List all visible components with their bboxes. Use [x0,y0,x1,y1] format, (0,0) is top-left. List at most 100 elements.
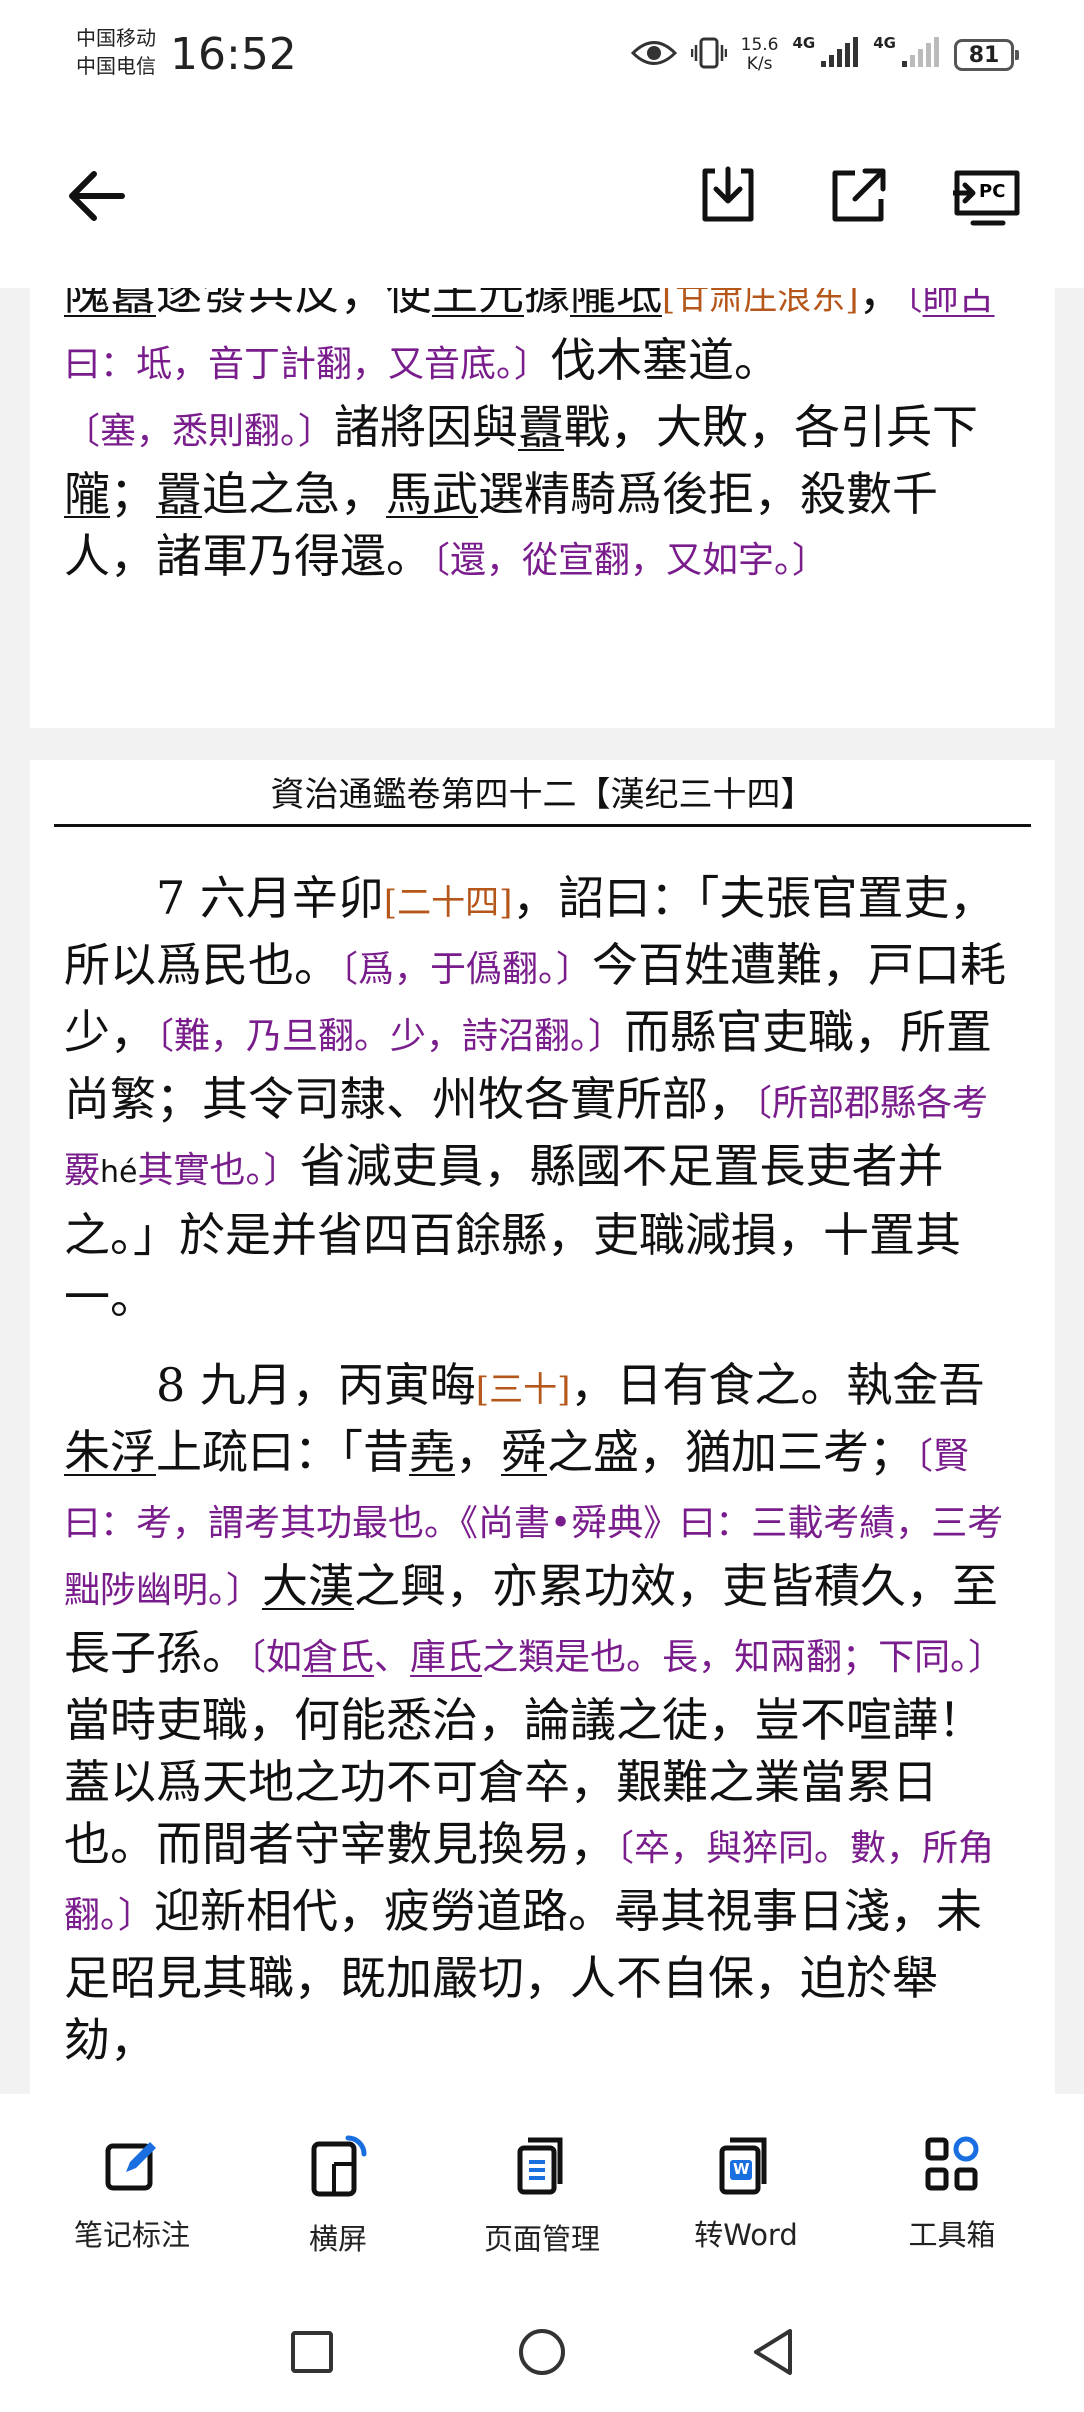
place-name-longdi: 隴坻 [570,288,662,320]
battery-icon: 81 [954,39,1019,71]
share-icon [825,163,891,233]
person-name-wei-ao: 隗囂 [64,288,156,320]
text-run: ； [110,467,156,521]
status-icons: 15.6 K/s 4G 4G 81 [630,30,1019,80]
share-button[interactable] [818,158,898,238]
rotate-landscape-icon [308,2134,368,2202]
app-bar: PC [0,118,1084,288]
text-run: 伐木塞道。 [550,333,781,387]
sim1-network-type: 4G [792,34,816,52]
paragraph-8: 8 九月，丙寅晦[三十]，日有食之。執金吾朱浮上疏曰：「昔堯，舜之盛，猶加三考；… [64,1354,1021,2071]
convert-word-button[interactable]: W 转Word [656,2134,836,2254]
note-text: 之類是也。長，知兩翻；下同。〕 [482,1637,1005,1678]
circle-home-icon [517,2327,567,2381]
text-run: 遂發兵反，使 [156,288,432,320]
clan-name-cang: 倉氏 [302,1637,375,1678]
place-annotation: [甘肃庄浪东] [662,288,859,318]
person-name-yao: 堯 [409,1425,455,1479]
triangle-back-icon [750,2327,794,2381]
person-name-wang-yuan: 王元 [432,288,524,320]
text-run: 諸將因與 [334,400,519,454]
text-run: 戰，大敗，各引兵下 [564,400,979,454]
reader-viewport[interactable]: 隗囂遂發兵反，使王元據隴坻[甘肃庄浪东]，〔師古曰：坻，音丁計翻，又音底。〕伐木… [0,288,1084,2094]
sim2-network-type: 4G [873,34,896,52]
text-run: ，日有食之。執金吾 [570,1358,985,1412]
text-run: ， [858,288,905,320]
person-name-shun: 舜 [501,1425,547,1479]
person-name-ao: 囂 [518,400,565,454]
landscape-button[interactable]: 横屏 [248,2134,428,2258]
text-run: ， [455,1425,501,1479]
person-name-ao: 囂 [156,467,202,521]
signal-strength-weak-icon [900,37,940,73]
clan-name-ku: 庫氏 [410,1637,483,1678]
tool-label: 工具箱 [908,2218,996,2252]
cast-to-pc-icon: PC [953,165,1023,231]
net-speed-value: 15.6 [740,35,779,55]
download-button[interactable] [688,158,768,238]
person-name-zhu-fu: 朱浮 [64,1425,156,1479]
paragraph-7: 7 六月辛卯[二十四]，詔曰：「夫張官置吏，所以爲民也。〔爲，于僞翻。〕今百姓遭… [64,867,1021,1328]
network-speed: 15.6 K/s [741,36,779,74]
carrier-1: 中国移动 [76,26,156,50]
square-recent-icon [290,2330,334,2378]
arrow-left-icon [64,168,128,228]
home-button[interactable] [512,2324,572,2384]
page-1: 隗囂遂發兵反，使王元據隴坻[甘肃庄浪东]，〔師古曰：坻，音丁計翻，又音底。〕伐木… [30,288,1055,728]
place-name-long: 隴 [64,467,110,521]
date-annotation: [三十] [475,1370,571,1410]
toolbox-button[interactable]: 工具箱 [862,2134,1042,2254]
commentary-note: 〔難，乃旦翻。少，詩沼翻。〕 [156,1016,625,1057]
vibrate-icon [690,36,727,74]
word-convert-icon: W [716,2134,776,2198]
carrier-2: 中国电信 [76,54,156,78]
page-manage-icon [512,2134,572,2202]
date-annotation: [二十四] [383,883,513,923]
note-text: 曰：坻，音丁計翻，又音底。〕 [64,344,551,385]
dynasty-name-han: 大漢 [262,1559,355,1613]
note-edit-icon [102,2134,162,2198]
cast-to-pc-button[interactable]: PC [948,158,1028,238]
carrier-names: 中国移动 中国电信 [76,24,156,80]
system-nav-bar [0,2298,1084,2412]
note-annotate-button[interactable]: 笔记标注 [42,2134,222,2254]
text-run: 據 [524,288,570,320]
eye-icon [630,38,677,72]
text-run: 追之急， [202,467,386,521]
bottom-toolbar: 笔记标注 横屏 页面管理 W 转Word 工具箱 [0,2094,1084,2298]
note-text: 、 [374,1637,411,1678]
pc-label: PC [979,181,1006,202]
tool-label: 笔记标注 [73,2218,190,2252]
battery-level: 81 [968,42,1000,68]
text-run: 迎新相代，疲勞道路。尋其視事日淺，未足昭見其職，既加嚴切，人不自保，迫於舉劾， [64,1884,983,2067]
word-badge: W [733,2160,750,2178]
commentary-note: 〔爲，于僞翻。〕 [340,949,593,990]
tool-label: 横屏 [308,2222,367,2256]
text-run: 之盛，猶加三考； [547,1425,915,1479]
note-text: 〔如 [248,1637,303,1678]
back-button[interactable] [56,158,136,238]
tool-label: 页面管理 [483,2222,600,2256]
page1-paragraph: 隗囂遂發兵反，使王元據隴坻[甘肃庄浪东]，〔師古曰：坻，音丁計翻，又音底。〕伐木… [64,288,1021,592]
download-icon [695,163,761,233]
status-bar: 中国移动 中国电信 16:52 15.6 K/s 4G 4G 81 [0,0,1084,118]
recent-apps-button[interactable] [282,2324,342,2384]
system-back-button[interactable] [742,2324,802,2384]
note-bracket: 〔 [904,288,923,318]
text-run: 8 九月，丙寅晦 [156,1358,476,1412]
commentator-name: 師古 [922,288,995,318]
page-2: 資治通鑑卷第四十二【漢纪三十四】 7 六月辛卯[二十四]，詔曰：「夫張官置吏，所… [30,760,1055,2094]
net-speed-unit: K/s [746,54,773,74]
text-run: 上疏曰：「昔 [156,1425,409,1479]
toolbox-icon [922,2134,982,2198]
tool-label: 转Word [694,2218,798,2252]
commentary-note: 〔還，從宣翻，又如字。〕 [432,540,829,581]
text-run: 7 六月辛卯 [156,871,384,925]
person-name-ma-wu: 馬武 [386,467,478,521]
commentary-note: 〔塞，悉則翻。〕 [64,411,335,452]
commentary-note: 〔如倉氏、庫氏之類是也。長，知兩翻；下同。〕 [248,1637,1004,1678]
page-manage-button[interactable]: 页面管理 [452,2134,632,2258]
status-time: 16:52 [170,29,297,80]
